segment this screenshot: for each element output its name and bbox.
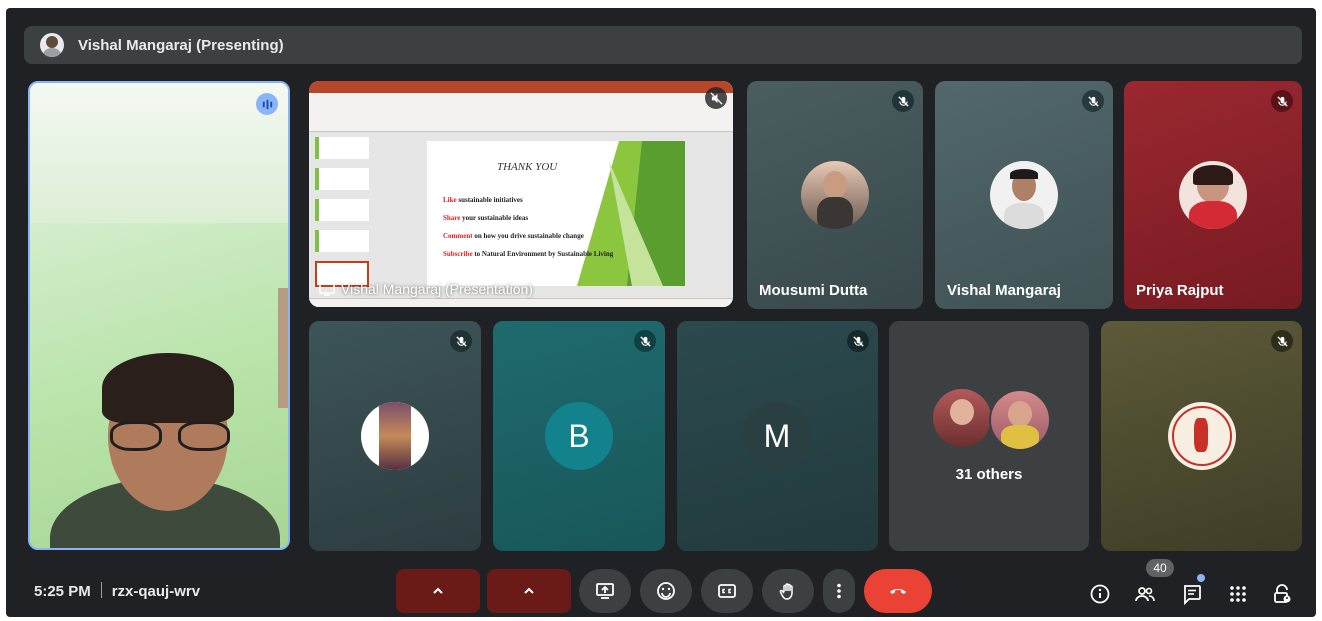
chevron-up-icon: [433, 587, 443, 594]
presentation-label: Vishal Mangaraj (Presentation): [319, 281, 533, 297]
more-vert-icon: [837, 583, 841, 599]
mic-off-icon: [1082, 90, 1104, 112]
slide-bullets: Like sustainable initiatives Share your …: [443, 191, 613, 263]
camera-options-button[interactable]: [487, 569, 571, 613]
presenting-label: Vishal Mangaraj (Presenting): [78, 36, 284, 54]
ppt-ribbon: [309, 93, 733, 132]
participant-tile-b[interactable]: B: [493, 321, 665, 551]
college-logo: [1168, 402, 1236, 470]
wall-shadow: [30, 83, 288, 223]
present-screen-icon: [596, 583, 614, 599]
ppt-statusbar: [309, 298, 733, 307]
avatar: [1179, 161, 1247, 229]
avatar: [801, 161, 869, 229]
active-speaker-tile[interactable]: [28, 81, 290, 550]
others-tile[interactable]: 31 others: [889, 321, 1089, 551]
meeting-info: 5:25 PM rzx-qauj-wrv: [34, 582, 200, 600]
presenting-banner[interactable]: Vishal Mangaraj (Presenting): [24, 26, 1302, 64]
door-edge: [278, 288, 288, 408]
meeting-details-button[interactable]: [1086, 580, 1114, 608]
apps-grid-icon: [1230, 586, 1246, 602]
mic-off-icon: [634, 330, 656, 352]
chat-icon: [1184, 585, 1201, 605]
participant-tile-college[interactable]: [1101, 321, 1302, 551]
present-screen-button[interactable]: [579, 569, 631, 613]
ppt-thumbnails: [315, 137, 369, 297]
info-icon: [1090, 584, 1110, 604]
mic-off-icon: [450, 330, 472, 352]
letter-avatar: B: [545, 402, 613, 470]
captions-icon: [718, 584, 736, 598]
participant-tile[interactable]: [309, 321, 481, 551]
mic-off-icon: [892, 90, 914, 112]
participant-name: Priya Rajput: [1136, 282, 1224, 299]
hand-icon: [779, 583, 793, 600]
letter-avatar: M: [743, 402, 811, 470]
chat-unread-dot: [1197, 574, 1205, 582]
avatar: [361, 402, 429, 470]
participant-tile-m[interactable]: M: [677, 321, 878, 551]
ppt-slide: THANK YOU Like sustainable initiatives S…: [427, 141, 685, 286]
clock-time: 5:25 PM: [34, 583, 91, 600]
lock-person-icon: [1274, 584, 1291, 603]
slide-title: THANK YOU: [497, 161, 558, 173]
avatar: [989, 389, 1051, 451]
avatar: [933, 389, 991, 447]
mic-off-icon: [1271, 90, 1293, 112]
emoji-icon: [657, 582, 675, 600]
participant-tile-vishal-mangaraj[interactable]: Vishal Mangaraj: [935, 81, 1113, 309]
slide-line: Comment on how you drive sustainable cha…: [443, 232, 584, 240]
participant-count-badge: 40: [1146, 559, 1174, 577]
participant-tile-mousumi-dutta[interactable]: Mousumi Dutta: [747, 81, 923, 309]
mic-off-icon: [1271, 330, 1293, 352]
mic-off-icon: [847, 330, 869, 352]
microphone-options-button[interactable]: [396, 569, 480, 613]
participant-name: Mousumi Dutta: [759, 282, 868, 299]
slide-line: Subscribe to Natural Environment by Sust…: [443, 250, 614, 258]
glasses: [110, 421, 230, 451]
presentation-tile[interactable]: THANK YOU Like sustainable initiatives S…: [309, 81, 733, 307]
presentation-audio-off-icon: [705, 87, 727, 109]
host-controls-button[interactable]: [1268, 580, 1296, 608]
participant-tile-priya-rajput[interactable]: Priya Rajput: [1124, 81, 1302, 309]
slide-line: Like sustainable initiatives: [443, 196, 523, 204]
chat-button[interactable]: [1178, 580, 1206, 608]
others-label: 31 others: [955, 466, 1023, 483]
people-icon: [1135, 587, 1155, 602]
meet-window: Vishal Mangaraj (Presenting) THANK YOU L…: [6, 8, 1316, 617]
leave-call-button[interactable]: [864, 569, 932, 613]
activities-button[interactable]: [1224, 580, 1252, 608]
ppt-titlebar: [309, 81, 733, 93]
audio-wave-icon: [262, 99, 272, 109]
divider: [100, 582, 102, 598]
participant-name: Vishal Mangaraj: [947, 282, 1061, 299]
people-button[interactable]: [1131, 580, 1159, 608]
more-options-button[interactable]: [823, 569, 855, 613]
present-screen-icon: [319, 282, 335, 296]
meeting-code: rzx-qauj-wrv: [111, 583, 201, 600]
chevron-up-icon: [524, 587, 534, 594]
slide-line: Share your sustainable ideas: [443, 214, 529, 222]
presenter-avatar: [40, 33, 64, 57]
captions-button[interactable]: [701, 569, 753, 613]
end-call-icon: [890, 589, 906, 594]
speaking-indicator: [256, 93, 278, 115]
avatar: [990, 161, 1058, 229]
person-hair: [102, 353, 234, 423]
reactions-button[interactable]: [640, 569, 692, 613]
raise-hand-button[interactable]: [762, 569, 814, 613]
